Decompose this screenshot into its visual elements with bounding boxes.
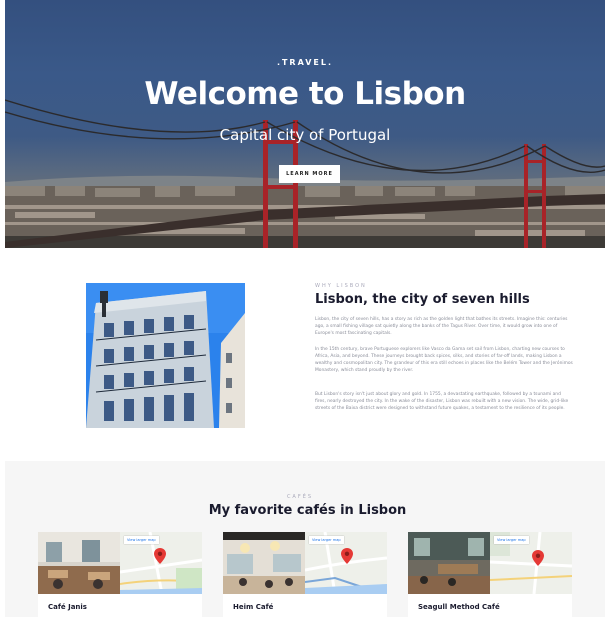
map-pin-icon [532,550,544,566]
hero-tagline: Capital city of Portugal [219,126,391,144]
about-eyebrow: WHY LISBON [315,283,367,289]
cafe-card: View larger map Seagull Method Café [408,532,572,617]
cafe-name: Café Janis [48,603,87,611]
cafe-photo [38,532,120,594]
cafes-eyebrow: CAFÉS [286,494,314,500]
cafe-card: View larger map Café Janis [38,532,202,617]
learn-more-button[interactable]: LEARN MORE [279,165,340,183]
cafes-title: My favorite cafés in Lisbon [208,503,407,518]
cafe-card: View larger map Heim Café [223,532,387,617]
view-larger-map-link[interactable]: View larger map [309,536,344,544]
view-larger-map-link[interactable]: View larger map [124,536,159,544]
cafe-map[interactable]: View larger map [305,532,387,594]
cafe-name: Seagull Method Café [418,603,500,611]
hero-background-image [5,99,605,248]
cafe-photo [223,532,305,594]
about-paragraph: Lisbon, the city of seven hills, has a s… [315,317,568,336]
about-title: Lisbon, the city of seven hills [315,292,530,307]
hero-title: Welcome to Lisbon [144,76,466,112]
about-paragraph: But Lisbon's story isn't just about glor… [315,392,569,411]
about-paragraph: In the 15th century, brave Portuguese ex… [315,347,573,373]
hero-eyebrow: .TRAVEL. [276,58,334,67]
page: .TRAVEL. Welcome to Lisbon Capital city … [0,0,615,617]
lisbon-building-image [86,283,245,428]
map-pin-icon [341,548,353,564]
map-pin-icon [154,548,166,564]
cafe-photo [408,532,490,594]
cafe-map[interactable]: View larger map [490,532,572,594]
view-larger-map-link[interactable]: View larger map [494,536,529,544]
cafe-map[interactable]: View larger map [120,532,202,594]
cafe-name: Heim Café [233,603,274,611]
hero-section: .TRAVEL. Welcome to Lisbon Capital city … [5,0,605,248]
